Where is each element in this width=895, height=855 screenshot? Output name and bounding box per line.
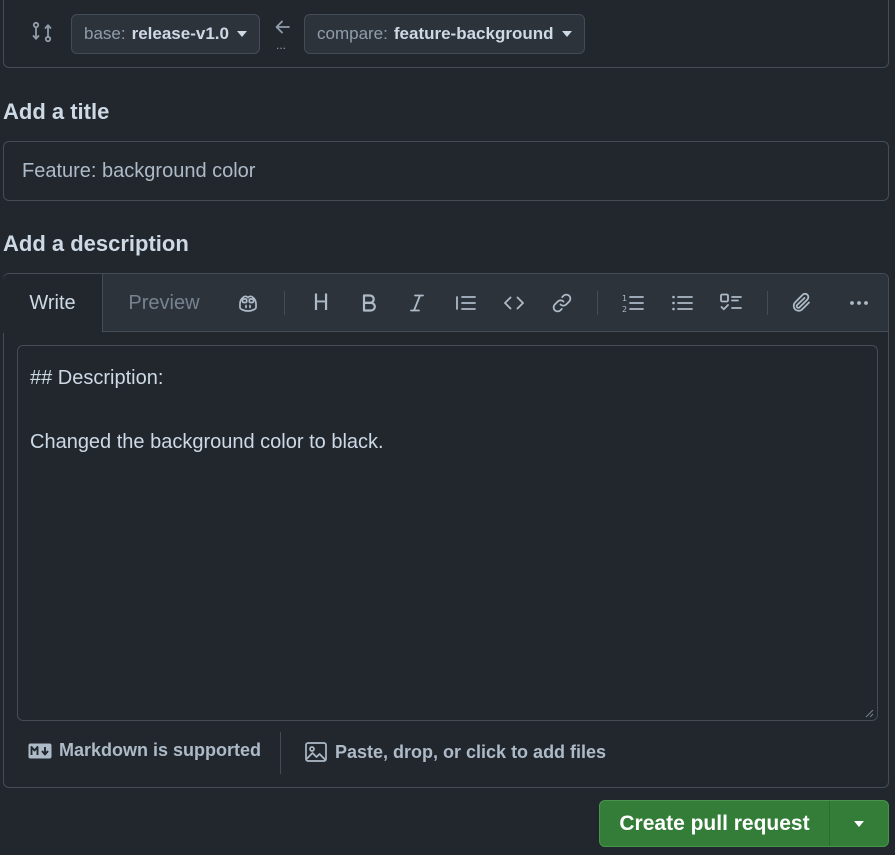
- compare-branch-value: feature-background: [393, 24, 554, 43]
- italic-button[interactable]: [402, 288, 432, 318]
- compare-branch-select[interactable]: compare: feature-background: [304, 14, 585, 54]
- markdown-icon: [28, 743, 52, 758]
- base-label: base:: [84, 24, 126, 43]
- resize-grip-icon[interactable]: [864, 708, 874, 718]
- heading-icon: H: [312, 290, 330, 316]
- svg-text:2: 2: [622, 305, 627, 314]
- bold-icon: [362, 294, 376, 312]
- create-pull-request-button[interactable]: Create pull request: [600, 801, 830, 846]
- quote-icon: [456, 296, 476, 310]
- compare-arrow: ...: [272, 16, 294, 56]
- create-options-dropdown[interactable]: [830, 801, 888, 846]
- chevron-down-icon: [854, 820, 864, 827]
- base-branch-value: release-v1.0: [131, 24, 229, 43]
- git-compare-icon: [30, 20, 54, 44]
- compare-label: compare:: [317, 24, 388, 43]
- description-editor: Write Preview H 1 2 ## Description: Chan…: [3, 273, 889, 788]
- image-icon: [305, 742, 327, 762]
- more-options-button[interactable]: [844, 288, 874, 318]
- code-button[interactable]: [499, 288, 529, 318]
- attach-button[interactable]: [787, 288, 817, 318]
- kebab-horizontal-icon: [850, 301, 868, 305]
- chevron-down-icon: [236, 31, 247, 37]
- copilot-icon: [239, 295, 257, 312]
- svg-text:1: 1: [622, 294, 627, 303]
- code-icon: [504, 296, 524, 310]
- add-files-text: Paste, drop, or click to add files: [335, 741, 607, 762]
- toolbar-divider: [767, 291, 768, 315]
- description-textarea[interactable]: ## Description: Changed the background c…: [17, 345, 878, 721]
- toolbar-divider: [597, 291, 598, 315]
- markdown-supported-note[interactable]: Markdown is supported: [28, 740, 261, 761]
- quote-button[interactable]: [451, 288, 481, 318]
- paperclip-icon: [792, 292, 810, 312]
- footer-divider: [280, 732, 281, 774]
- ordered-list-button[interactable]: 1 2: [618, 288, 648, 318]
- heading-button[interactable]: H: [306, 288, 336, 318]
- editor-toolbar: Write Preview H 1 2: [3, 274, 888, 333]
- task-list-button[interactable]: [716, 288, 746, 318]
- description-line: Changed the background color to black.: [30, 431, 384, 453]
- compare-bar: base: release-v1.0 ... compare: feature-…: [3, 0, 889, 68]
- ordered-list-icon: 1 2: [622, 294, 644, 314]
- title-heading: Add a title: [3, 99, 110, 124]
- italic-icon: [410, 294, 424, 312]
- create-pull-request-group: Create pull request: [599, 800, 889, 847]
- description-heading: Add a description: [3, 231, 189, 256]
- link-button[interactable]: [547, 288, 577, 318]
- add-files-button[interactable]: Paste, drop, or click to add files: [304, 740, 606, 764]
- markdown-note-text: Markdown is supported: [59, 740, 262, 760]
- tab-write[interactable]: Write: [3, 274, 103, 333]
- description-line: ## Description:: [30, 367, 164, 389]
- toolbar-divider: [284, 291, 285, 315]
- title-input[interactable]: [3, 141, 889, 201]
- copilot-button[interactable]: [233, 288, 263, 318]
- bold-button[interactable]: [354, 288, 384, 318]
- link-icon: [552, 293, 572, 313]
- unordered-list-button[interactable]: [667, 288, 697, 318]
- unordered-list-icon: [672, 295, 693, 311]
- tab-preview[interactable]: Preview: [114, 274, 214, 332]
- task-list-icon: [720, 293, 742, 311]
- base-branch-select[interactable]: base: release-v1.0: [71, 14, 260, 54]
- ellipsis-text: ...: [276, 38, 287, 52]
- chevron-down-icon: [561, 31, 572, 37]
